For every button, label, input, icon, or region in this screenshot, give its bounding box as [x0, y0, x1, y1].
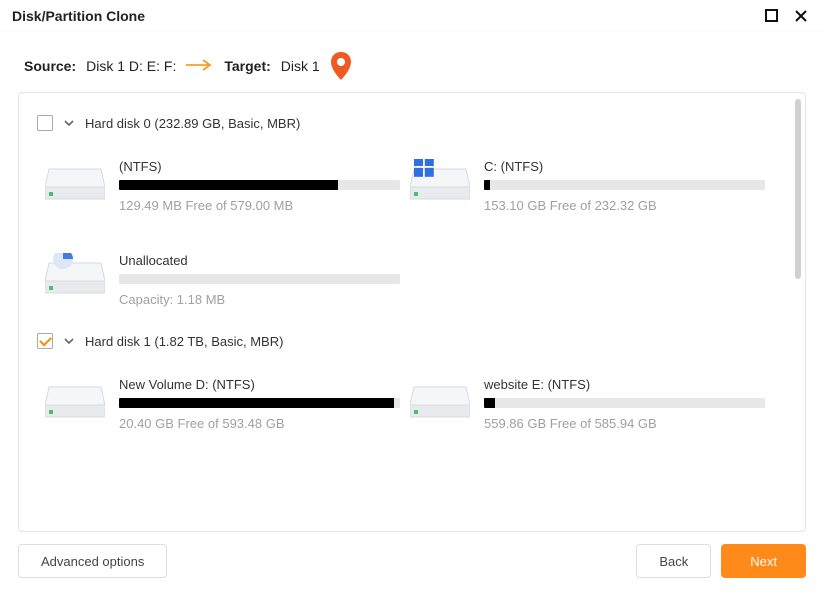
usage-bar-fill — [484, 180, 490, 190]
partition-item[interactable]: New Volume D: (NTFS) 20.40 GB Free of 59… — [45, 363, 410, 457]
partition-item[interactable]: Unallocated Capacity: 1.18 MB — [45, 239, 410, 333]
window-title: Disk/Partition Clone — [12, 8, 145, 24]
usage-bar — [484, 180, 765, 190]
usage-bar — [484, 398, 765, 408]
partition-subtext: 153.10 GB Free of 232.32 GB — [484, 198, 765, 213]
footer: Advanced options Back Next — [0, 532, 824, 594]
chevron-down-icon — [63, 335, 75, 347]
usage-bar-fill — [119, 398, 394, 408]
disk-row[interactable]: Hard disk 1 (1.82 TB, Basic, MBR) — [37, 333, 775, 349]
partition-subtext: Capacity: 1.18 MB — [119, 292, 400, 307]
disk-checkbox[interactable] — [37, 115, 53, 131]
partition-grid: (NTFS) 129.49 MB Free of 579.00 MB C: (N… — [45, 145, 775, 333]
usage-bar-fill — [119, 180, 338, 190]
chevron-down-icon — [63, 117, 75, 129]
square-icon — [765, 9, 778, 22]
usage-bar — [119, 180, 400, 190]
advanced-options-button[interactable]: Advanced options — [18, 544, 167, 578]
source-value: Disk 1 D: E: F: — [86, 58, 176, 74]
windows-drive-icon — [410, 159, 470, 206]
title-bar: Disk/Partition Clone — [0, 0, 824, 32]
partition-subtext: 20.40 GB Free of 593.48 GB — [119, 416, 400, 431]
partition-item[interactable]: (NTFS) 129.49 MB Free of 579.00 MB — [45, 145, 410, 239]
partition-grid: New Volume D: (NTFS) 20.40 GB Free of 59… — [45, 363, 775, 457]
disk-row[interactable]: Hard disk 0 (232.89 GB, Basic, MBR) — [37, 115, 775, 131]
partition-item[interactable]: C: (NTFS) 153.10 GB Free of 232.32 GB — [410, 145, 775, 239]
location-pin-icon — [330, 52, 352, 80]
pie-drive-icon — [45, 253, 105, 300]
partition-item[interactable]: website E: (NTFS) 559.86 GB Free of 585.… — [410, 363, 775, 457]
usage-bar — [119, 398, 400, 408]
drive-icon — [45, 377, 105, 424]
partition-subtext: 129.49 MB Free of 579.00 MB — [119, 198, 400, 213]
partition-subtext: 559.86 GB Free of 585.94 GB — [484, 416, 765, 431]
scrollbar[interactable] — [795, 99, 801, 279]
next-button[interactable]: Next — [721, 544, 806, 578]
disk-label: Hard disk 0 (232.89 GB, Basic, MBR) — [85, 116, 300, 131]
disk-checkbox[interactable] — [37, 333, 53, 349]
target-label: Target: — [224, 58, 270, 74]
partition-title: New Volume D: (NTFS) — [119, 377, 400, 392]
partition-title: website E: (NTFS) — [484, 377, 765, 392]
partition-title: C: (NTFS) — [484, 159, 765, 174]
source-label: Source: — [24, 58, 76, 74]
drive-icon — [45, 159, 105, 206]
partition-title: (NTFS) — [119, 159, 400, 174]
partition-title: Unallocated — [119, 253, 400, 268]
usage-bar-fill — [484, 398, 495, 408]
close-icon — [794, 9, 808, 23]
target-value: Disk 1 — [281, 58, 320, 74]
disk-list-panel: Hard disk 0 (232.89 GB, Basic, MBR) (NTF… — [18, 92, 806, 532]
disk-label: Hard disk 1 (1.82 TB, Basic, MBR) — [85, 334, 283, 349]
close-button[interactable] — [790, 5, 812, 27]
usage-bar — [119, 274, 400, 284]
drive-icon — [410, 377, 470, 424]
maximize-button[interactable] — [760, 5, 782, 27]
back-button[interactable]: Back — [636, 544, 711, 578]
arrow-right-icon — [186, 58, 214, 74]
breadcrumb: Source: Disk 1 D: E: F: Target: Disk 1 — [0, 32, 824, 92]
